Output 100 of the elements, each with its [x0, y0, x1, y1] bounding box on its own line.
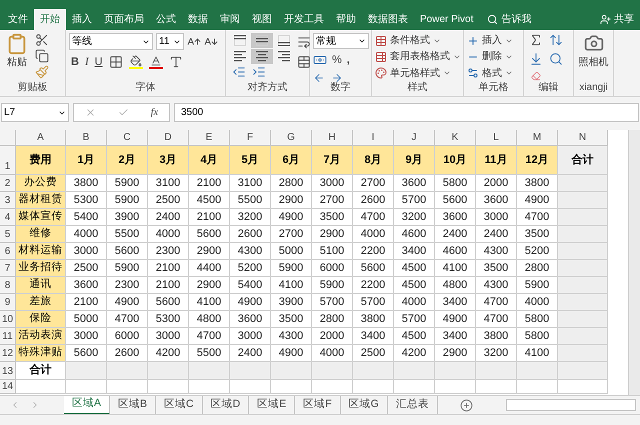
table-cell: 2400 [435, 226, 476, 243]
scissors-icon[interactable] [35, 33, 49, 47]
indent-increase-icon[interactable] [252, 65, 266, 79]
table-cell: 3500 [271, 311, 312, 328]
decrease-decimal-icon[interactable] [331, 72, 343, 84]
label-cell: 办公费 [16, 175, 66, 192]
sum-icon[interactable] [529, 33, 543, 47]
row-header[interactable]: 11 [0, 328, 16, 345]
ribbon-tab[interactable]: 数据图表 [362, 9, 414, 30]
table-cell: 4500 [394, 277, 435, 294]
eraser-icon[interactable] [529, 71, 543, 81]
merge-cells-icon[interactable] [297, 55, 311, 69]
ribbon-tab[interactable]: 文件 [2, 9, 34, 30]
font-name-field[interactable]: 等线 [69, 33, 153, 50]
formula-input[interactable]: 3500 [174, 103, 639, 122]
table-cell: 4300 [271, 328, 312, 345]
table-cell: 2100 [189, 209, 230, 226]
underline-button[interactable]: U [94, 54, 103, 70]
clipboard-icon [6, 33, 28, 55]
tell-me-button[interactable]: 告诉我 [487, 9, 532, 30]
row-header[interactable]: 13 [0, 362, 16, 380]
ribbon-tab[interactable]: 审阅 [214, 9, 246, 30]
row-header[interactable]: 8 [0, 277, 16, 294]
align-icon [256, 51, 268, 62]
ribbon-button[interactable]: 格式 [467, 66, 513, 81]
add-sheet-icon[interactable] [460, 398, 473, 412]
group-label: 编辑 [538, 81, 560, 95]
table-cell: 2900 [271, 192, 312, 209]
row-header[interactable]: 5 [0, 226, 16, 243]
row-header[interactable]: 7 [0, 260, 16, 277]
ribbon-button[interactable]: 条件格式 [375, 33, 461, 48]
row-header[interactable]: 12 [0, 345, 16, 362]
ribbon-tab[interactable]: 开发工具 [278, 9, 330, 30]
ribbon-tab[interactable]: 公式 [150, 9, 182, 30]
table-cell: 5700 [312, 294, 353, 311]
indent-decrease-icon[interactable] [232, 65, 246, 79]
ribbon-button[interactable]: 单元格样式 [375, 66, 461, 81]
italic-button[interactable]: I [84, 54, 89, 70]
paste-button[interactable]: 粘贴 [3, 33, 31, 81]
table-cell: 4500 [394, 260, 435, 277]
row-header[interactable]: 14 [0, 380, 16, 394]
row-header[interactable]: 1 [0, 146, 16, 175]
camera-button[interactable]: 照相机 [577, 33, 610, 81]
phonetic-icon[interactable] [168, 55, 183, 70]
table-cell: 5400 [66, 209, 107, 226]
row-header[interactable]: 3 [0, 192, 16, 209]
sheet-tab[interactable]: 区域A [64, 396, 110, 414]
horizontal-scrollbar[interactable] [506, 399, 636, 411]
row-header[interactable]: 2 [0, 175, 16, 192]
table-cell: 5100 [312, 243, 353, 260]
copy-icon[interactable] [35, 49, 49, 63]
name-box[interactable]: L7 [1, 103, 69, 122]
font-color-icon[interactable] [148, 55, 163, 70]
ribbon-tab[interactable]: 页面布局 [98, 9, 150, 30]
ribbon-button[interactable]: 套用表格格式 [375, 49, 461, 65]
table-cell: 2100 [148, 277, 189, 294]
align-button[interactable] [251, 49, 273, 64]
comma-button[interactable]: , [346, 52, 350, 68]
table-cell: 5000 [66, 311, 107, 328]
fill-icon[interactable] [529, 52, 543, 66]
fill-color-icon[interactable] [128, 55, 143, 70]
ribbon-tab[interactable]: 帮助 [330, 9, 362, 30]
sort-icon[interactable] [549, 33, 563, 47]
ribbon-tab[interactable]: 视图 [246, 9, 278, 30]
borders-icon[interactable] [108, 55, 123, 70]
row-header[interactable]: 10 [0, 311, 16, 328]
group-label: 剪贴板 [16, 81, 48, 95]
percent-button[interactable]: % [332, 52, 342, 68]
table-cell: 4000 [394, 294, 435, 311]
table-cell: 5500 [107, 226, 148, 243]
empty-cell [558, 328, 608, 345]
ribbon-button[interactable]: 删除 [467, 49, 513, 65]
ribbon-tab[interactable]: 插入 [66, 9, 98, 30]
table-cell: 2500 [66, 260, 107, 277]
ribbon-tab[interactable]: 开始 [34, 9, 66, 30]
ribbon-tab[interactable]: Power Pivot [414, 9, 480, 30]
table-cell: 3400 [435, 328, 476, 345]
bold-button[interactable]: B [71, 54, 79, 70]
font-size-field[interactable]: 11 [156, 33, 184, 50]
row-header[interactable]: 4 [0, 209, 16, 226]
table-cell: 3000 [66, 328, 107, 345]
row-header[interactable]: 6 [0, 243, 16, 260]
header-cell: 11月 [476, 146, 517, 175]
insert-function-button[interactable]: fx [150, 105, 158, 120]
row-header[interactable]: 9 [0, 294, 16, 311]
increase-decimal-icon[interactable] [313, 72, 325, 84]
vertical-scrollbar[interactable] [628, 130, 640, 395]
caret-icon [358, 37, 366, 45]
align-button[interactable] [251, 33, 273, 48]
header-cell: 费用 [16, 146, 66, 175]
ribbon-tab[interactable]: 数据 [182, 9, 214, 30]
share-button[interactable]: 共享 [600, 9, 634, 30]
find-icon[interactable] [549, 52, 563, 66]
table-cell: 4700 [353, 209, 394, 226]
align-icon [234, 35, 246, 46]
ribbon-button[interactable]: 插入 [467, 33, 513, 48]
number-format-field[interactable]: 常规 [313, 33, 369, 49]
table-cell: 5600 [189, 226, 230, 243]
label-cell: 保险 [16, 311, 66, 328]
wrap-text-icon[interactable] [297, 35, 311, 49]
